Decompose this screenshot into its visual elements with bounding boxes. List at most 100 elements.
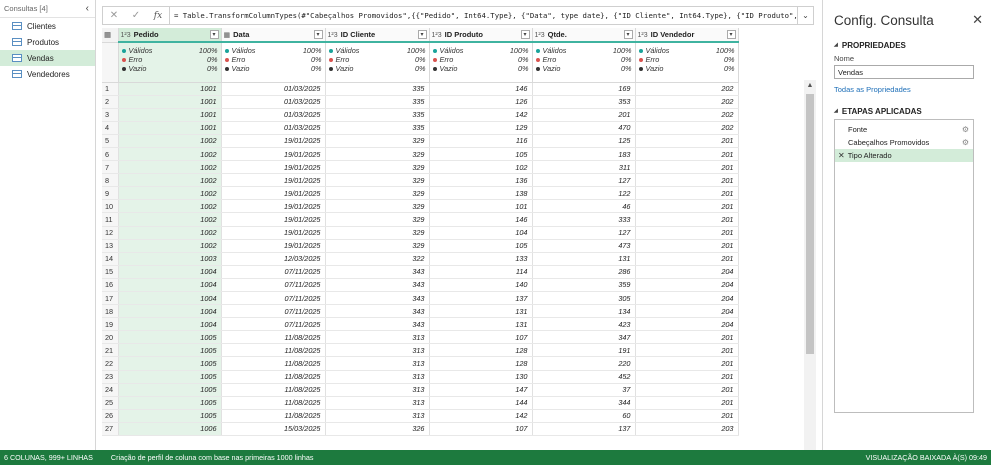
row-number[interactable]: 15 xyxy=(102,265,119,279)
table-cell[interactable]: 144 xyxy=(429,396,533,410)
table-menu-icon[interactable]: ▦ xyxy=(102,28,119,43)
table-cell[interactable]: 169 xyxy=(532,82,636,96)
table-cell[interactable]: 313 xyxy=(325,330,430,345)
table-cell[interactable]: 201 xyxy=(635,343,739,358)
row-number[interactable]: 22 xyxy=(102,356,119,371)
table-cell[interactable]: 1005 xyxy=(118,343,222,358)
table-cell[interactable]: 07/11/2025 xyxy=(221,265,326,279)
row-number[interactable]: 2 xyxy=(102,95,119,109)
table-cell[interactable]: 1002 xyxy=(118,147,222,162)
query-item-produtos[interactable]: Produtos xyxy=(0,34,95,50)
table-cell[interactable]: 142 xyxy=(429,409,533,423)
table-cell[interactable]: 1005 xyxy=(118,396,222,410)
table-cell[interactable]: 329 xyxy=(325,239,430,253)
table-cell[interactable]: 201 xyxy=(635,186,739,201)
table-cell[interactable]: 19/01/2025 xyxy=(221,226,326,240)
table-cell[interactable]: 12/03/2025 xyxy=(221,252,326,266)
filter-dropdown-icon[interactable]: ▾ xyxy=(623,30,633,39)
table-cell[interactable]: 1002 xyxy=(118,199,222,214)
table-row[interactable]: 21 1005 11/08/2025 313 128 191 201 xyxy=(102,343,739,358)
table-cell[interactable]: 137 xyxy=(532,422,636,437)
scrollbar-thumb[interactable] xyxy=(806,94,814,354)
table-cell[interactable]: 07/11/2025 xyxy=(221,304,326,319)
table-cell[interactable]: 131 xyxy=(532,252,636,266)
table-cell[interactable]: 326 xyxy=(325,422,430,437)
table-cell[interactable]: 142 xyxy=(429,108,533,122)
table-cell[interactable]: 343 xyxy=(325,291,430,306)
table-cell[interactable]: 1001 xyxy=(118,121,222,135)
formula-input[interactable]: = Table.TransformColumnTypes(#"Cabeçalho… xyxy=(169,7,797,24)
table-row[interactable]: 2 1001 01/03/2025 335 126 353 202 xyxy=(102,95,739,109)
table-cell[interactable]: 329 xyxy=(325,134,430,148)
table-cell[interactable]: 204 xyxy=(635,265,739,279)
table-cell[interactable]: 204 xyxy=(635,278,739,293)
table-cell[interactable]: 201 xyxy=(635,396,739,410)
row-number[interactable]: 19 xyxy=(102,317,119,332)
table-cell[interactable]: 101 xyxy=(429,199,533,214)
table-cell[interactable]: 01/03/2025 xyxy=(221,121,326,135)
table-cell[interactable]: 201 xyxy=(635,330,739,345)
table-cell[interactable]: 1004 xyxy=(118,304,222,319)
row-number[interactable]: 14 xyxy=(102,252,119,266)
table-row[interactable]: 13 1002 19/01/2025 329 105 473 201 xyxy=(102,239,739,253)
table-cell[interactable]: 347 xyxy=(532,330,636,345)
table-cell[interactable]: 19/01/2025 xyxy=(221,160,326,175)
table-cell[interactable]: 19/01/2025 xyxy=(221,173,326,188)
row-number[interactable]: 16 xyxy=(102,278,119,293)
table-cell[interactable]: 1002 xyxy=(118,212,222,227)
column-header-id-vendedor[interactable]: 1²3 ID Vendedor ▾ xyxy=(635,28,739,43)
table-cell[interactable]: 136 xyxy=(429,173,533,188)
table-cell[interactable]: 137 xyxy=(429,291,533,306)
delete-step-icon[interactable]: ✕ xyxy=(838,151,845,160)
table-cell[interactable]: 313 xyxy=(325,383,430,397)
filter-dropdown-icon[interactable]: ▾ xyxy=(726,30,736,39)
table-cell[interactable]: 344 xyxy=(532,396,636,410)
table-cell[interactable]: 343 xyxy=(325,317,430,332)
table-cell[interactable]: 1002 xyxy=(118,173,222,188)
type-icon[interactable]: 1²3 xyxy=(432,32,442,39)
applied-step-2[interactable]: Cabeçalhos Promovidos ⚙ xyxy=(835,136,973,149)
applied-step-1[interactable]: Fonte ⚙ xyxy=(835,123,973,136)
table-cell[interactable]: 202 xyxy=(635,121,739,135)
table-row[interactable]: 25 1005 11/08/2025 313 144 344 201 xyxy=(102,396,739,410)
table-cell[interactable]: 305 xyxy=(532,291,636,306)
table-cell[interactable]: 220 xyxy=(532,356,636,371)
table-cell[interactable]: 201 xyxy=(635,409,739,423)
table-cell[interactable]: 130 xyxy=(429,370,533,384)
cancel-formula-icon[interactable]: ✕ xyxy=(103,10,125,21)
properties-heading[interactable]: ◢ PROPRIEDADES xyxy=(834,40,983,50)
table-cell[interactable]: 1002 xyxy=(118,186,222,201)
table-cell[interactable]: 1001 xyxy=(118,95,222,109)
table-row[interactable]: 7 1002 19/01/2025 329 102 311 201 xyxy=(102,160,739,175)
table-cell[interactable]: 140 xyxy=(429,278,533,293)
table-cell[interactable]: 201 xyxy=(635,252,739,266)
table-cell[interactable]: 423 xyxy=(532,317,636,332)
table-cell[interactable]: 452 xyxy=(532,370,636,384)
row-number[interactable]: 23 xyxy=(102,370,119,384)
column-header-data[interactable]: ▦ Data ▾ xyxy=(221,28,326,43)
table-cell[interactable]: 11/08/2025 xyxy=(221,330,326,345)
table-cell[interactable]: 201 xyxy=(635,134,739,148)
table-cell[interactable]: 128 xyxy=(429,343,533,358)
table-cell[interactable]: 19/01/2025 xyxy=(221,186,326,201)
table-cell[interactable]: 07/11/2025 xyxy=(221,278,326,293)
table-cell[interactable]: 343 xyxy=(325,265,430,279)
table-cell[interactable]: 329 xyxy=(325,199,430,214)
table-cell[interactable]: 128 xyxy=(429,356,533,371)
table-cell[interactable]: 11/08/2025 xyxy=(221,409,326,423)
table-cell[interactable]: 1005 xyxy=(118,356,222,371)
table-cell[interactable]: 105 xyxy=(429,147,533,162)
table-cell[interactable]: 19/01/2025 xyxy=(221,147,326,162)
table-cell[interactable]: 107 xyxy=(429,330,533,345)
table-cell[interactable]: 313 xyxy=(325,343,430,358)
table-cell[interactable]: 104 xyxy=(429,226,533,240)
table-cell[interactable]: 105 xyxy=(429,239,533,253)
table-cell[interactable]: 473 xyxy=(532,239,636,253)
table-cell[interactable]: 343 xyxy=(325,278,430,293)
table-cell[interactable]: 204 xyxy=(635,317,739,332)
table-cell[interactable]: 313 xyxy=(325,396,430,410)
table-cell[interactable]: 01/03/2025 xyxy=(221,108,326,122)
table-cell[interactable]: 1001 xyxy=(118,108,222,122)
table-cell[interactable]: 11/08/2025 xyxy=(221,343,326,358)
table-cell[interactable]: 335 xyxy=(325,121,430,135)
